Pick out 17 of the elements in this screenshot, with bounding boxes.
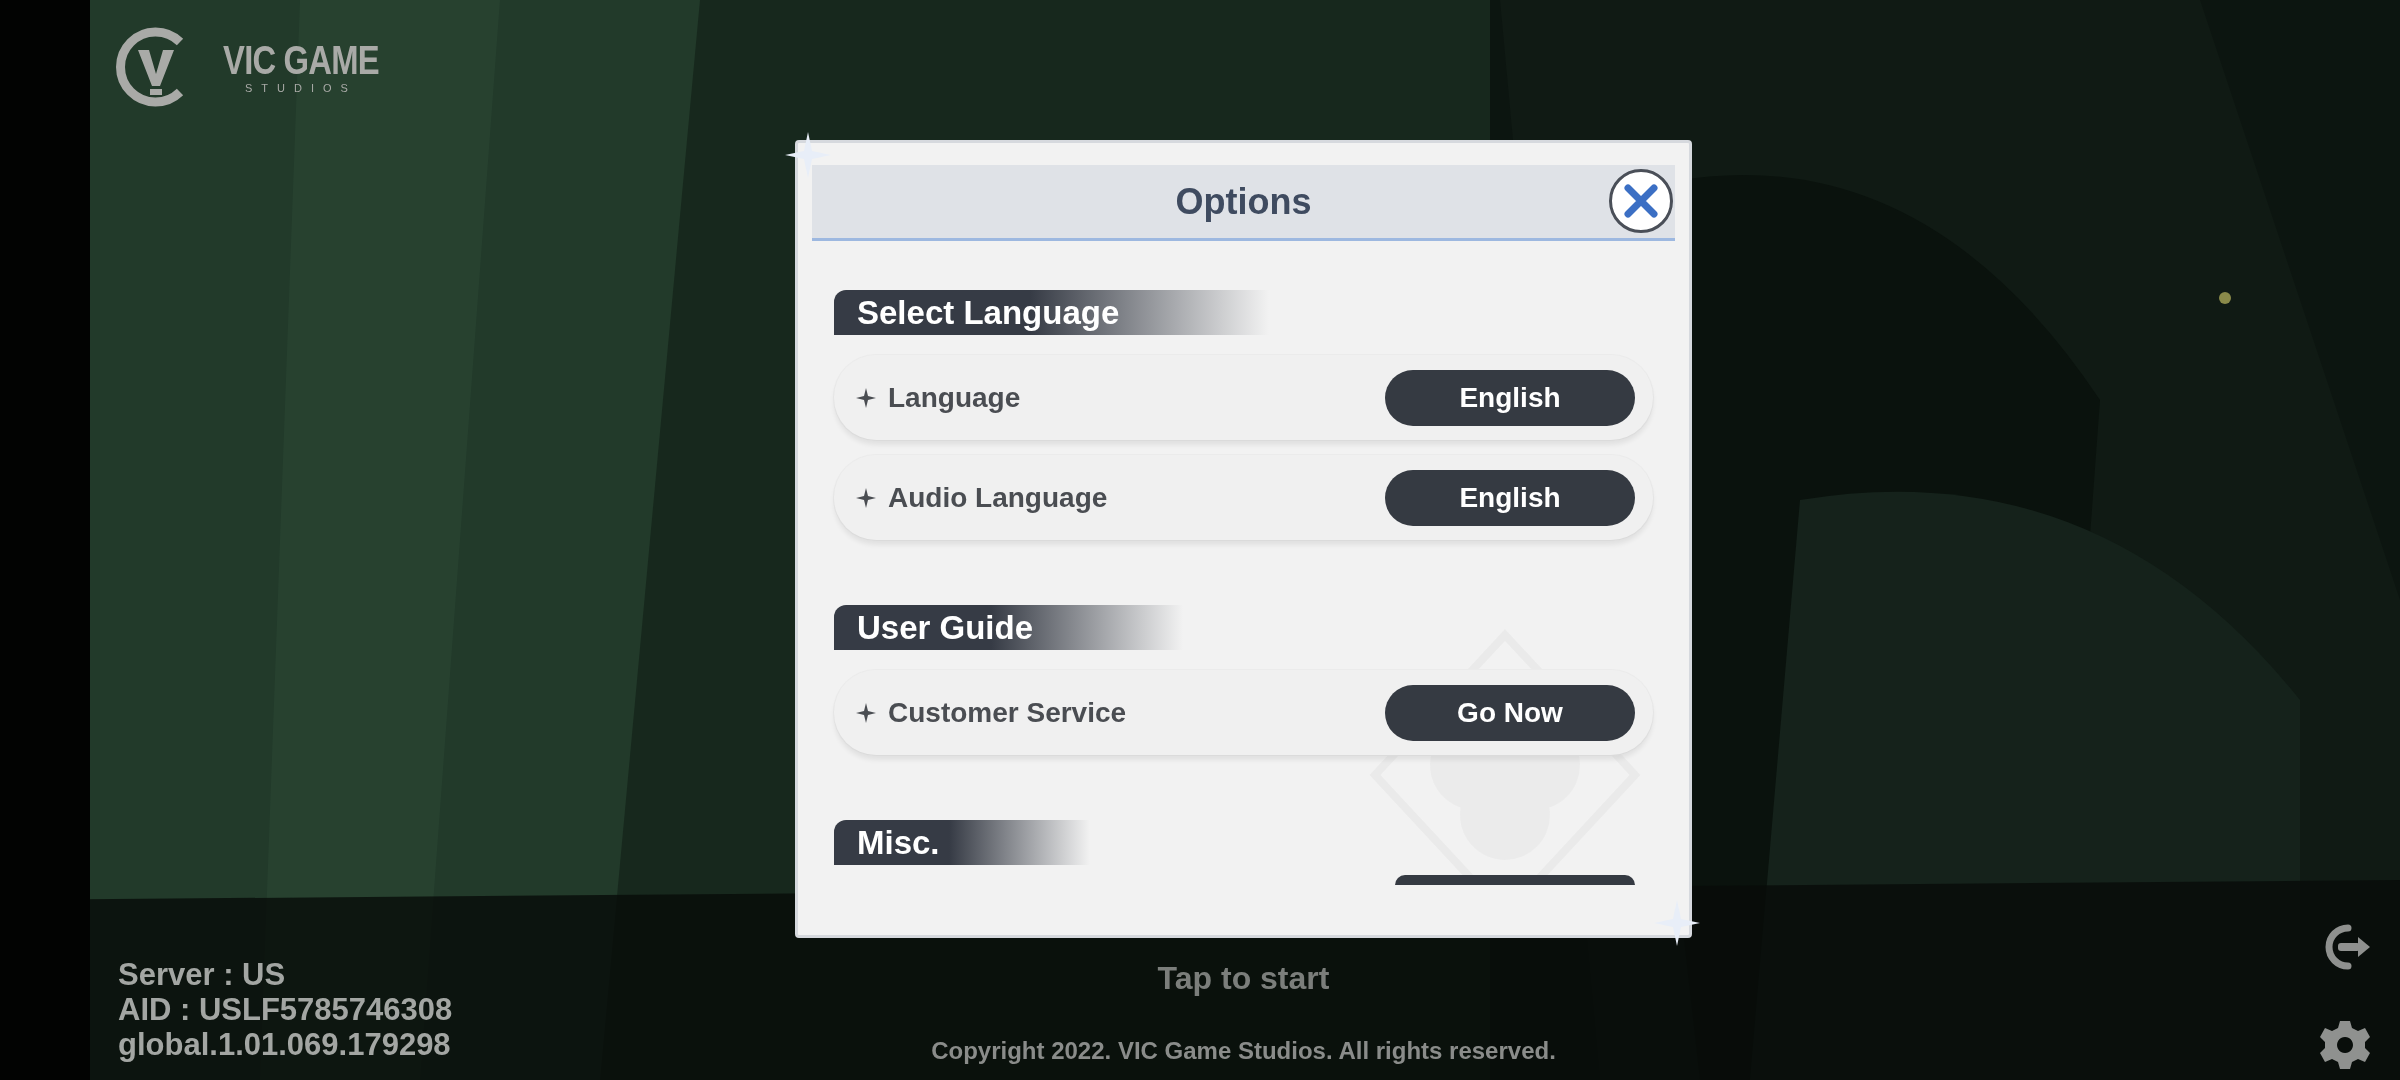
server-label: Server : US bbox=[118, 957, 287, 992]
option-label: Audio Language bbox=[888, 481, 1109, 514]
section-title: User Guide bbox=[857, 608, 1034, 647]
option-button[interactable]: English bbox=[1385, 469, 1635, 526]
copyright: Copyright 2022. VIC Game Studios. All rights reserved. bbox=[931, 1037, 1556, 1065]
option-label: Customer Service bbox=[888, 696, 1128, 729]
option-label: Language bbox=[888, 381, 1022, 414]
dialog-title: Options bbox=[1175, 180, 1312, 223]
account-id: AID : USLF5785746308 bbox=[118, 992, 454, 1027]
logo-subtitle: STUDIOS bbox=[244, 82, 357, 94]
tap-to-start[interactable]: Tap to start bbox=[1157, 960, 1330, 997]
section-title: Misc. bbox=[857, 823, 940, 862]
version-label: global.1.01.069.179298 bbox=[118, 1027, 452, 1062]
section-title: Select Language bbox=[857, 293, 1120, 332]
logo-name: VIC GAME bbox=[223, 40, 379, 80]
option-button[interactable]: Go Now bbox=[1385, 684, 1635, 741]
option-button[interactable]: English bbox=[1385, 369, 1635, 426]
